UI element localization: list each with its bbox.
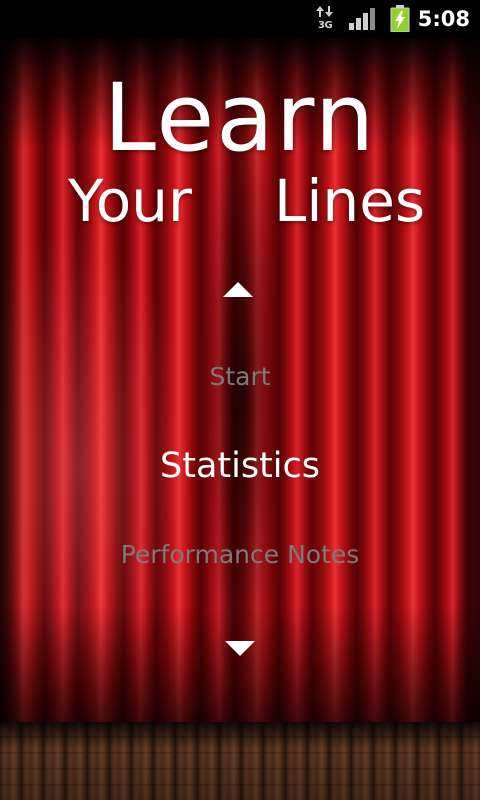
triangle-down-icon[interactable] bbox=[225, 641, 255, 656]
app-screen: 3G 5:08 Learn Your Lines Start Statistic… bbox=[0, 0, 480, 800]
app-title-your: Your bbox=[68, 167, 192, 235]
menu-item-statistics[interactable]: Statistics bbox=[0, 446, 480, 486]
signal-strength-icon bbox=[349, 8, 375, 30]
status-clock: 5:08 bbox=[417, 7, 470, 31]
network-type-label: 3G bbox=[318, 20, 333, 31]
stage-floor-planks bbox=[0, 722, 480, 800]
menu-item-performance-notes[interactable]: Performance Notes bbox=[0, 540, 480, 569]
battery-charging-icon bbox=[390, 5, 410, 32]
menu-item-start[interactable]: Start bbox=[0, 362, 480, 391]
triangle-up-icon[interactable] bbox=[223, 282, 253, 297]
app-title-learn: Learn bbox=[103, 64, 377, 173]
app-title-lines: Lines bbox=[274, 167, 426, 235]
status-bar: 3G 5:08 bbox=[0, 0, 480, 38]
